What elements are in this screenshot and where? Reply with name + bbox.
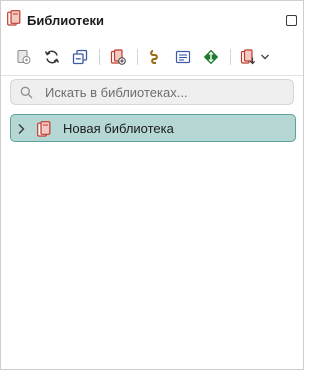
libraries-panel: Библиотеки Искать в библиотеках... Новая… <box>0 0 304 370</box>
maximize-icon[interactable] <box>286 15 297 26</box>
toolbar-separator <box>137 49 138 65</box>
library-book-icon <box>37 121 51 142</box>
search-input[interactable] <box>45 83 285 101</box>
toolbar-separator <box>230 49 231 65</box>
chevron-right-icon[interactable] <box>17 122 26 140</box>
sync-icon[interactable] <box>42 47 62 67</box>
text-block-icon[interactable] <box>173 47 193 67</box>
chevron-down-icon[interactable] <box>258 47 272 67</box>
toolbar-separator <box>99 49 100 65</box>
library-properties-icon[interactable] <box>14 47 34 67</box>
import-library-icon[interactable] <box>238 47 258 67</box>
link-icon[interactable] <box>145 47 165 67</box>
tree-item-label: Новая библиотека <box>63 121 174 136</box>
expand-diamond-icon[interactable] <box>201 47 221 67</box>
toolbar <box>1 39 303 76</box>
tree-item-new-library[interactable]: Новая библиотека <box>10 114 296 142</box>
search-box <box>10 79 294 105</box>
panel-title: Библиотеки <box>27 12 105 28</box>
new-library-icon[interactable] <box>108 47 128 67</box>
panel-header: Библиотеки <box>7 9 297 31</box>
library-books-icon <box>7 9 21 31</box>
collapse-all-icon[interactable] <box>70 47 90 67</box>
search-icon <box>20 86 33 104</box>
